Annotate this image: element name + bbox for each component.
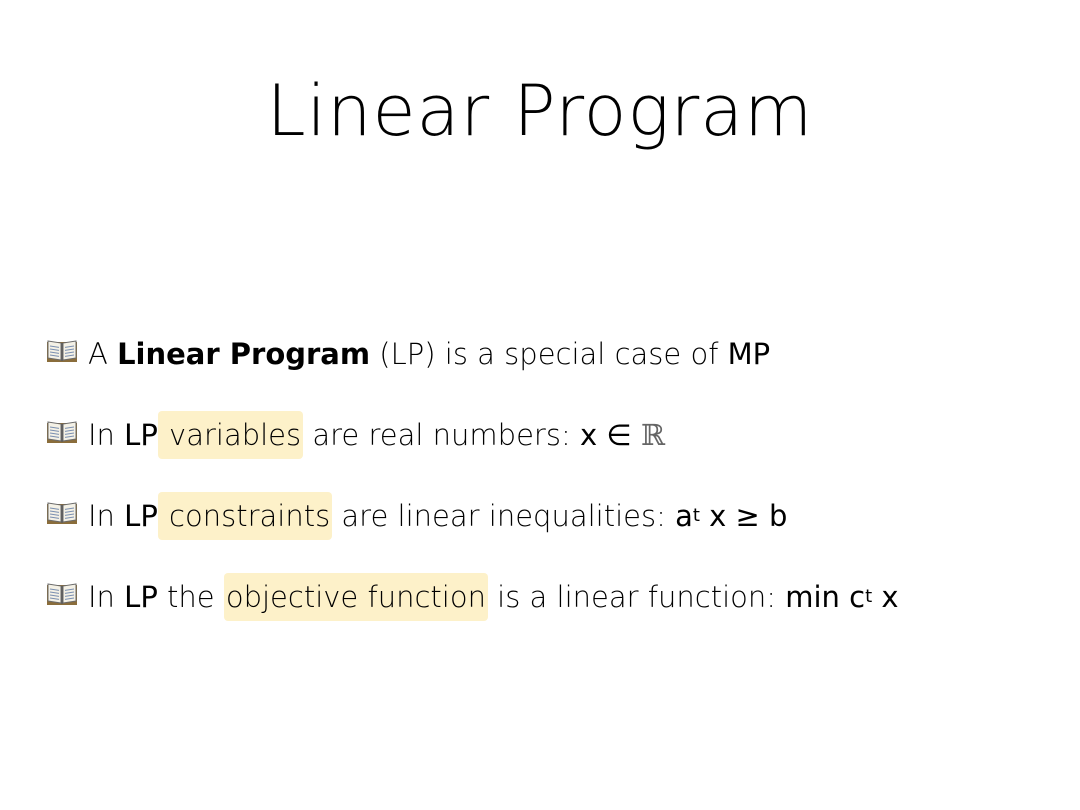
highlight-objective-function: objective function [223,573,488,621]
open-book-icon [46,338,78,364]
bullet-text: are linear inequalities: [332,499,676,533]
bullet-item: In LP the objective function is a linear… [46,573,1046,621]
bullet-item: A Linear Program (LP) is a special case … [46,330,1046,378]
bullet-text: A [88,337,118,371]
slide-title: Linear Program [266,70,814,152]
bullet-text: (LP) is a special case of [370,337,728,371]
term-lp: LP [124,418,158,452]
math-expression: x ∈ [579,418,641,452]
bullet-text: is a linear function: [487,580,786,614]
bullet-text: are real numbers: [303,418,580,452]
bullet-text: In [88,418,125,452]
math-expression: x ≥ b [699,499,788,533]
term-mp: MP [727,337,771,371]
bullet-text: the [157,580,224,614]
highlight-constraints: constraints [157,492,333,540]
bullet-item: In LP constraints are linear inequalitie… [46,492,1046,540]
math-expression: a [675,499,693,533]
real-numbers-symbol: ℝ [640,418,665,452]
bullet-list: A Linear Program (LP) is a special case … [46,330,1046,654]
open-book-icon [46,581,78,607]
term-lp: LP [124,499,158,533]
open-book-icon [46,500,78,526]
open-book-icon [46,419,78,445]
bullet-item: In LP variables are real numbers: x ∈ ℝ [46,411,1046,459]
term-lp: LP [124,580,158,614]
slide: Linear Program A Linear Program (LP) is … [0,0,1080,810]
math-expression: min c [785,580,866,614]
bullet-text: In [88,580,125,614]
highlight-variables: variables [157,411,304,459]
math-expression: x [872,580,899,614]
bold-term-linear-program: Linear Program [117,337,371,371]
bullet-text: In [88,499,125,533]
